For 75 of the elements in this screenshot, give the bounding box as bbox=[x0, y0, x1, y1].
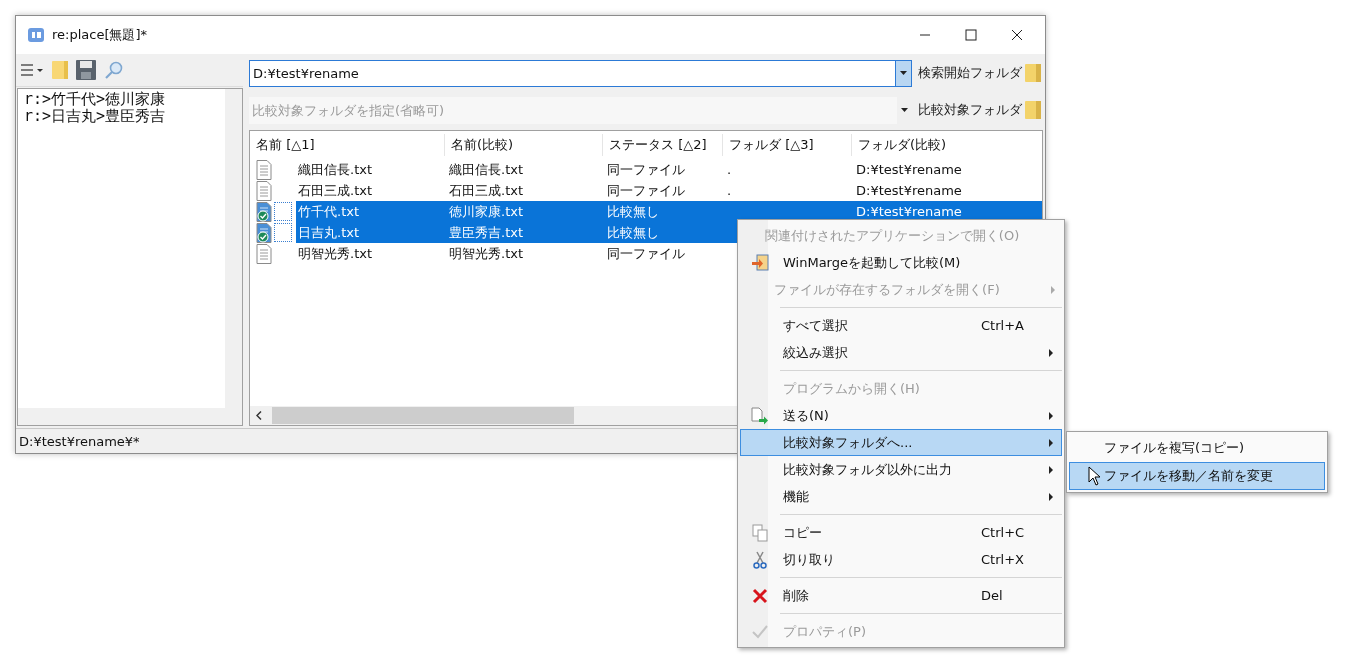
table-cell-text: 明智光秀.txt bbox=[449, 244, 525, 263]
scroll-left-icon[interactable] bbox=[256, 411, 262, 420]
table-cell-text: 豊臣秀吉.txt bbox=[449, 223, 525, 242]
table-cell-text: 徳川家康.txt bbox=[449, 202, 525, 221]
menu-item[interactable]: 削除 Del bbox=[740, 582, 1062, 609]
menu-item[interactable]: コピー Ctrl+C bbox=[740, 519, 1062, 546]
submenu-arrow-icon bbox=[1049, 492, 1053, 501]
table-cell-text: 同一ファイル bbox=[607, 244, 686, 263]
table-cell: D:¥test¥rename bbox=[856, 204, 962, 219]
scissors-icon bbox=[753, 550, 767, 569]
menu-item[interactable]: 絞込み選択 bbox=[740, 339, 1062, 366]
folder-icon bbox=[1025, 100, 1041, 120]
menu-item[interactable]: 機能 bbox=[740, 483, 1062, 510]
window-title: re:place[無題]* bbox=[52, 26, 148, 44]
menu-icon[interactable] bbox=[20, 63, 44, 77]
cursor-icon bbox=[1088, 466, 1101, 486]
rule-line[interactable]: r:>日吉丸>豊臣秀吉 bbox=[24, 108, 219, 125]
menu-item[interactable]: WinMargeを起動して比較(M) bbox=[740, 249, 1062, 276]
table-cell: . bbox=[727, 162, 732, 177]
close-icon[interactable] bbox=[1011, 29, 1023, 41]
menu-item[interactable]: 切り取り Ctrl+X bbox=[740, 546, 1062, 573]
table-cell-text: 明智光秀.txt bbox=[297, 244, 374, 263]
dropdown-icon[interactable] bbox=[900, 71, 907, 75]
column-header[interactable]: 名前(比較) bbox=[445, 134, 603, 156]
folder-icon bbox=[1025, 63, 1041, 83]
search-folder-button[interactable]: 検索開始フォルダ bbox=[916, 63, 1043, 83]
table-cell: D:¥test¥rename bbox=[856, 183, 962, 198]
check-icon bbox=[752, 624, 768, 639]
save-icon[interactable] bbox=[76, 60, 96, 80]
table-cell-text: 織田信長.txt bbox=[297, 160, 374, 179]
file-row[interactable]: 石田三成.txt 石田三成.txt 同一ファイル . D:¥test¥rename bbox=[296, 180, 1042, 201]
menu-item[interactable]: すべて選択 Ctrl+A bbox=[740, 312, 1062, 339]
compare-icon bbox=[751, 253, 769, 272]
table-cell: D:¥test¥rename bbox=[856, 162, 962, 177]
horizontal-scrollbar[interactable] bbox=[18, 408, 242, 425]
column-header[interactable]: フォルダ [△3] bbox=[723, 134, 852, 156]
file-row[interactable]: 織田信長.txt 織田信長.txt 同一ファイル . D:¥test¥rename bbox=[296, 159, 1042, 180]
table-cell-text: 同一ファイル bbox=[607, 181, 686, 200]
menu-item[interactable]: 比較対象フォルダ以外に出力 bbox=[740, 456, 1062, 483]
delete-icon bbox=[752, 587, 768, 604]
dropdown-icon[interactable] bbox=[901, 108, 908, 112]
table-cell-text: 竹千代.txt bbox=[297, 202, 361, 221]
table-cell-text: 石田三成.txt bbox=[297, 181, 374, 200]
column-header[interactable]: ステータス [△2] bbox=[603, 134, 723, 156]
focus-rectangle bbox=[274, 202, 292, 221]
submenu-arrow-icon bbox=[1049, 438, 1053, 447]
table-cell-text: 織田信長.txt bbox=[449, 160, 525, 179]
table-cell-text: 比較無し bbox=[607, 202, 660, 221]
table-cell-text: 比較無し bbox=[607, 223, 660, 242]
rule-line[interactable]: r:>竹千代>徳川家康 bbox=[24, 91, 219, 108]
submenu-arrow-icon bbox=[1049, 411, 1053, 420]
table-cell-text: 同一ファイル bbox=[607, 160, 686, 179]
search-icon[interactable] bbox=[104, 60, 124, 80]
table-cell-text: 石田三成.txt bbox=[449, 181, 525, 200]
column-header[interactable]: 名前 [△1] bbox=[250, 134, 445, 156]
app-icon bbox=[28, 28, 44, 42]
menu-item[interactable]: 比較対象フォルダへ... bbox=[740, 429, 1062, 456]
menu-item[interactable]: ファイルを移動／名前を変更 bbox=[1069, 462, 1325, 490]
vertical-scrollbar[interactable] bbox=[225, 89, 242, 408]
compare-folder-field[interactable]: 比較対象フォルダを指定(省略可) bbox=[249, 96, 897, 124]
column-header[interactable]: フォルダ(比較) bbox=[852, 134, 1038, 156]
file-row[interactable]: 竹千代.txt 徳川家康.txt 比較無し D:¥test¥rename bbox=[296, 201, 1042, 222]
compare-folder-button[interactable]: 比較対象フォルダ bbox=[916, 100, 1043, 120]
menu-item[interactable]: 送る(N) bbox=[740, 402, 1062, 429]
copy-icon bbox=[752, 523, 768, 542]
submenu-arrow-icon bbox=[1051, 285, 1056, 294]
focus-rectangle bbox=[274, 223, 292, 242]
send-icon bbox=[751, 406, 769, 425]
maximize-icon[interactable] bbox=[965, 29, 977, 41]
submenu-arrow-icon bbox=[1049, 465, 1053, 474]
menu-item[interactable]: ファイルを複写(コピー) bbox=[1069, 434, 1325, 462]
table-cell-text: 日吉丸.txt bbox=[297, 223, 361, 242]
submenu-arrow-icon bbox=[1049, 348, 1053, 357]
search-folder-field[interactable]: D:¥test¥rename bbox=[249, 59, 912, 87]
table-cell: . bbox=[727, 183, 732, 198]
